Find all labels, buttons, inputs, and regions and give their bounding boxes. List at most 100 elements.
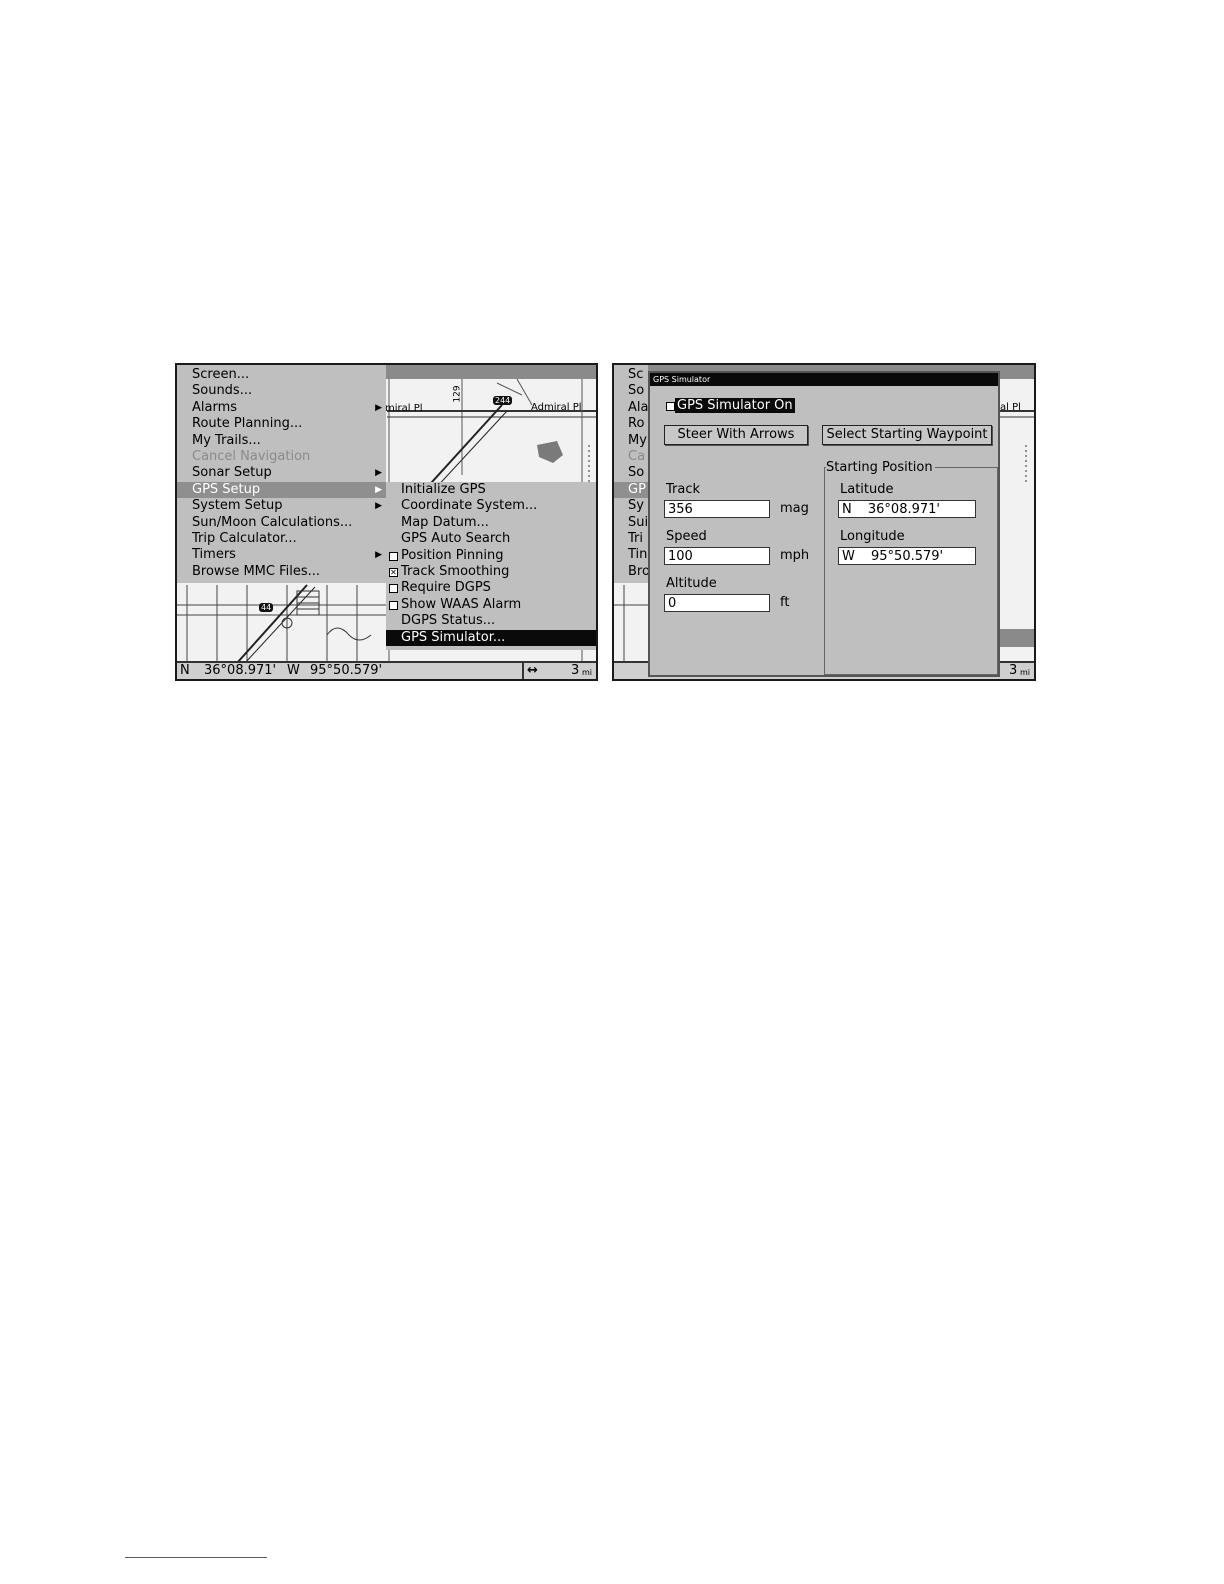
menu-item-label: Cancel Navigation bbox=[192, 449, 311, 464]
submenu-item-label: Track Smoothing bbox=[401, 564, 510, 579]
background-menu-item: Sui bbox=[614, 515, 648, 531]
submenu-item[interactable]: GPS Simulator... bbox=[386, 629, 596, 646]
menu-item-label: System Setup bbox=[192, 498, 283, 514]
menu-item-label: Route Planning... bbox=[192, 416, 303, 432]
submenu-item[interactable]: ✕ Track Smoothing bbox=[386, 564, 596, 580]
background-menu-item: So bbox=[614, 383, 648, 399]
menu-item-label: Screen... bbox=[192, 367, 250, 382]
track-label: Track bbox=[666, 482, 701, 497]
track-field[interactable]: 356 bbox=[664, 500, 770, 518]
menu-item-label: Browse MMC Files... bbox=[192, 563, 321, 579]
latitude-field[interactable]: N 36°08.971' bbox=[838, 500, 976, 518]
menu-item[interactable]: Route Planning... bbox=[177, 416, 386, 432]
background-menu-item-label: GP bbox=[628, 481, 646, 497]
zoom-unit: mi bbox=[1020, 668, 1031, 677]
menu-item-label: Sun/Moon Calculations... bbox=[192, 514, 353, 530]
zoom-level: 3 bbox=[571, 663, 580, 678]
background-menu-item-label: So bbox=[628, 465, 645, 481]
background-menu-item: Sy bbox=[614, 498, 648, 514]
background-menu-item: Ala bbox=[614, 400, 648, 416]
altitude-label: Altitude bbox=[666, 576, 717, 591]
track-unit: mag bbox=[780, 501, 809, 516]
background-menu-item: GP bbox=[614, 481, 648, 498]
submenu-item[interactable]: Require DGPS bbox=[386, 580, 596, 596]
background-menu-item: Bro bbox=[614, 563, 650, 580]
background-menu-item-label: Tin bbox=[628, 547, 648, 563]
menu-item[interactable]: Trip Calculator... bbox=[177, 531, 386, 547]
menu-item-label: Timers bbox=[192, 547, 236, 563]
checked-checkbox-icon[interactable]: ✕ bbox=[389, 568, 398, 577]
zoom-range-icon[interactable]: ↔ bbox=[527, 663, 538, 679]
altitude-unit: ft bbox=[780, 595, 790, 610]
menu-item-label: Trip Calculator... bbox=[192, 531, 297, 546]
menu-item-label: GPS Setup bbox=[192, 481, 261, 497]
menu-item[interactable]: Cancel Navigation bbox=[177, 449, 386, 465]
left-screen: miral Pl Admiral Pl 244 129 44 Screen...… bbox=[175, 363, 598, 681]
menu-item[interactable]: Sounds... bbox=[177, 383, 386, 399]
speed-field[interactable]: 100 bbox=[664, 547, 770, 565]
steer-with-arrows-button[interactable]: Steer With Arrows bbox=[664, 425, 808, 445]
background-menu-item: My bbox=[614, 433, 648, 449]
checkbox-icon[interactable] bbox=[389, 551, 398, 561]
menu-item[interactable]: My Trails... bbox=[177, 433, 386, 449]
background-menu-item-label: My bbox=[628, 432, 647, 448]
menu-item-label: Sonar Setup bbox=[192, 465, 272, 481]
map-street-label: miral Pl bbox=[385, 403, 423, 414]
submenu-item[interactable]: Coordinate System... bbox=[386, 498, 596, 514]
menu-item[interactable]: Alarms ▶ bbox=[177, 400, 386, 416]
submenu-item[interactable]: Initialize GPS bbox=[386, 482, 596, 498]
submenu-arrow-icon: ▶ bbox=[375, 468, 382, 479]
longitude-hemisphere: W bbox=[287, 663, 300, 678]
submenu-item-label: Require DGPS bbox=[401, 580, 491, 596]
background-menu-item-label: Sc bbox=[628, 367, 644, 382]
submenu-arrow-icon: ▶ bbox=[375, 550, 382, 561]
checkbox-icon[interactable] bbox=[389, 584, 398, 594]
longitude-value: 95°50.579' bbox=[871, 549, 944, 564]
background-menu-item-label: Sy bbox=[628, 498, 644, 514]
menu-item[interactable]: Screen... bbox=[177, 367, 386, 383]
map-street-label: al Pl bbox=[1000, 402, 1021, 413]
background-menu-item-label: Bro bbox=[628, 563, 650, 579]
menu-item[interactable]: Timers ▶ bbox=[177, 547, 386, 563]
submenu-arrow-icon: ▶ bbox=[375, 402, 382, 413]
checkbox-icon[interactable] bbox=[389, 600, 398, 610]
submenu-item-label: Position Pinning bbox=[401, 547, 504, 563]
status-divider bbox=[522, 663, 524, 679]
background-menu-item-label: Ala bbox=[628, 399, 649, 415]
background-menu-item-label: So bbox=[628, 383, 645, 399]
submenu-item[interactable]: Map Datum... bbox=[386, 515, 596, 531]
background-menu-item-label: Sui bbox=[628, 514, 649, 530]
longitude-hemisphere: W bbox=[842, 549, 855, 564]
longitude-label: Longitude bbox=[840, 529, 905, 544]
simulator-on-label[interactable]: GPS Simulator On bbox=[675, 398, 795, 413]
zoom-unit: mi bbox=[582, 668, 593, 677]
submenu-item[interactable]: Position Pinning bbox=[386, 548, 596, 564]
background-menu-item: Tin bbox=[614, 547, 648, 563]
menu-item[interactable]: Sonar Setup ▶ bbox=[177, 465, 386, 481]
submenu-item-label: GPS Auto Search bbox=[401, 531, 511, 547]
background-menu-item-label: Tri bbox=[628, 531, 643, 546]
simulator-on-checkbox[interactable] bbox=[666, 402, 675, 411]
submenu-item[interactable]: Show WAAS Alarm bbox=[386, 597, 596, 613]
menu-item[interactable]: GPS Setup ▶ bbox=[177, 481, 386, 498]
menu-item-label: My Trails... bbox=[192, 432, 261, 448]
starting-position-label: Starting Position bbox=[826, 460, 935, 475]
right-screen: al Pl Sc So Ala Ro My Ca So GP Sy Sui Tri Tin Bro 3 … bbox=[612, 363, 1036, 681]
background-menu-item-label: Ca bbox=[628, 449, 646, 464]
menu-item[interactable]: Sun/Moon Calculations... bbox=[177, 515, 386, 531]
altitude-field[interactable]: 0 bbox=[664, 594, 770, 612]
route-number-label: 129 bbox=[452, 385, 463, 403]
submenu-item-label: Map Datum... bbox=[401, 514, 489, 530]
select-starting-waypoint-button[interactable]: Select Starting Waypoint bbox=[822, 425, 992, 445]
submenu-item-label: Initialize GPS bbox=[401, 482, 486, 497]
submenu-item[interactable]: GPS Auto Search bbox=[386, 531, 596, 547]
longitude-field[interactable]: W 95°50.579' bbox=[838, 547, 976, 565]
starting-position-group bbox=[824, 467, 998, 675]
submenu-item[interactable]: DGPS Status... bbox=[386, 613, 596, 629]
menu-item[interactable]: System Setup ▶ bbox=[177, 498, 386, 514]
latitude-readout: 36°08.971' bbox=[204, 663, 277, 678]
menu-item[interactable]: Browse MMC Files... bbox=[177, 564, 386, 580]
gps-simulator-dialog: GPS Simulator GPS Simulator On Steer Wit… bbox=[648, 371, 1000, 677]
speed-unit: mph bbox=[780, 548, 810, 563]
submenu-item-label: GPS Simulator... bbox=[401, 629, 506, 645]
